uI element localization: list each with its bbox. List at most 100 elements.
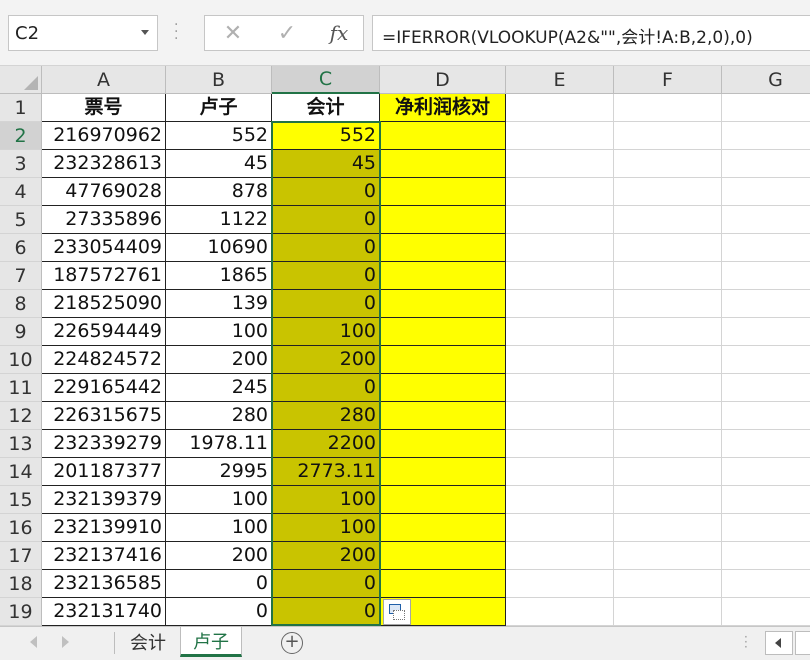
table-cell[interactable] <box>380 290 506 318</box>
table-cell[interactable]: 10690 <box>166 234 272 262</box>
table-cell[interactable] <box>380 122 506 150</box>
row-header-3[interactable]: 3 <box>0 150 42 178</box>
table-cell[interactable]: 232139379 <box>42 486 166 514</box>
table-cell[interactable] <box>380 374 506 402</box>
table-cell[interactable] <box>614 290 722 318</box>
table-cell[interactable] <box>722 346 810 374</box>
table-cell[interactable] <box>506 150 614 178</box>
table-cell[interactable]: 0 <box>272 178 380 206</box>
table-cell[interactable] <box>722 206 810 234</box>
table-cell[interactable] <box>380 234 506 262</box>
column-header-f[interactable]: F <box>614 66 722 94</box>
row-header-15[interactable]: 15 <box>0 486 42 514</box>
table-cell[interactable] <box>506 486 614 514</box>
table-cell[interactable]: 216970962 <box>42 122 166 150</box>
fx-icon[interactable]: fx <box>315 16 363 50</box>
column-header-c[interactable]: C <box>272 66 380 94</box>
table-cell[interactable]: 552 <box>272 122 380 150</box>
formula-input[interactable]: =IFERROR(VLOOKUP(A2&"",会计!A:B,2,0),0) <box>372 15 810 51</box>
table-cell[interactable] <box>380 150 506 178</box>
table-cell[interactable] <box>614 542 722 570</box>
table-cell[interactable]: 232137416 <box>42 542 166 570</box>
table-cell[interactable] <box>722 570 810 598</box>
table-cell[interactable] <box>506 598 614 626</box>
table-cell[interactable] <box>380 318 506 346</box>
table-cell[interactable] <box>380 178 506 206</box>
table-cell[interactable] <box>722 514 810 542</box>
table-cell[interactable]: 232139910 <box>42 514 166 542</box>
table-cell[interactable] <box>380 570 506 598</box>
scroll-left-icon[interactable] <box>765 631 793 655</box>
table-cell[interactable]: 100 <box>166 514 272 542</box>
table-cell[interactable] <box>614 262 722 290</box>
table-cell[interactable] <box>722 290 810 318</box>
prev-sheet-icon[interactable] <box>30 636 37 648</box>
table-cell[interactable]: 0 <box>272 598 380 626</box>
table-cell[interactable]: 0 <box>272 234 380 262</box>
table-cell[interactable]: 0 <box>272 206 380 234</box>
column-header-d[interactable]: D <box>380 66 506 94</box>
table-cell[interactable]: 47769028 <box>42 178 166 206</box>
table-cell[interactable] <box>614 402 722 430</box>
table-cell[interactable]: 280 <box>166 402 272 430</box>
table-cell[interactable] <box>614 374 722 402</box>
row-header-17[interactable]: 17 <box>0 542 42 570</box>
header-cell[interactable] <box>614 94 722 122</box>
table-cell[interactable]: 0 <box>272 374 380 402</box>
table-cell[interactable] <box>380 346 506 374</box>
table-cell[interactable] <box>506 290 614 318</box>
row-header-8[interactable]: 8 <box>0 290 42 318</box>
table-cell[interactable] <box>614 346 722 374</box>
table-cell[interactable] <box>380 486 506 514</box>
sheet-tab-luzi[interactable]: 卢子 <box>180 627 242 657</box>
table-cell[interactable]: 2995 <box>166 458 272 486</box>
header-cell[interactable] <box>722 94 810 122</box>
row-header-7[interactable]: 7 <box>0 262 42 290</box>
header-cell[interactable]: 票号 <box>42 94 166 122</box>
table-cell[interactable] <box>506 542 614 570</box>
table-cell[interactable] <box>380 262 506 290</box>
table-cell[interactable] <box>380 514 506 542</box>
table-cell[interactable] <box>722 598 810 626</box>
table-cell[interactable] <box>614 598 722 626</box>
table-cell[interactable]: 200 <box>272 346 380 374</box>
table-cell[interactable] <box>614 318 722 346</box>
sheet-tab-kuaiji[interactable]: 会计 <box>118 627 178 657</box>
table-cell[interactable]: 45 <box>166 150 272 178</box>
table-cell[interactable]: 229165442 <box>42 374 166 402</box>
row-header-2[interactable]: 2 <box>0 122 42 150</box>
table-cell[interactable]: 201187377 <box>42 458 166 486</box>
table-cell[interactable] <box>506 430 614 458</box>
table-cell[interactable]: 1978.11 <box>166 430 272 458</box>
table-cell[interactable] <box>506 514 614 542</box>
table-cell[interactable] <box>722 262 810 290</box>
table-cell[interactable] <box>614 234 722 262</box>
column-header-e[interactable]: E <box>506 66 614 94</box>
row-header-9[interactable]: 9 <box>0 318 42 346</box>
table-cell[interactable]: 100 <box>166 318 272 346</box>
row-header-13[interactable]: 13 <box>0 430 42 458</box>
formula-bar-resize-handle[interactable]: · · · <box>174 18 180 46</box>
table-cell[interactable] <box>722 374 810 402</box>
table-cell[interactable] <box>506 122 614 150</box>
table-cell[interactable] <box>614 150 722 178</box>
table-cell[interactable]: 200 <box>166 542 272 570</box>
table-cell[interactable] <box>722 178 810 206</box>
row-header-19[interactable]: 19 <box>0 598 42 626</box>
table-cell[interactable] <box>506 570 614 598</box>
table-cell[interactable] <box>614 122 722 150</box>
table-cell[interactable]: 280 <box>272 402 380 430</box>
table-cell[interactable] <box>614 458 722 486</box>
table-cell[interactable] <box>614 570 722 598</box>
table-cell[interactable] <box>380 206 506 234</box>
table-cell[interactable] <box>506 262 614 290</box>
table-cell[interactable] <box>380 542 506 570</box>
cancel-icon[interactable]: ✕ <box>209 16 257 50</box>
table-cell[interactable]: 232131740 <box>42 598 166 626</box>
table-cell[interactable]: 218525090 <box>42 290 166 318</box>
table-cell[interactable]: 139 <box>166 290 272 318</box>
add-sheet-icon[interactable]: + <box>281 632 303 654</box>
table-cell[interactable] <box>614 514 722 542</box>
table-cell[interactable] <box>614 430 722 458</box>
table-cell[interactable] <box>380 458 506 486</box>
